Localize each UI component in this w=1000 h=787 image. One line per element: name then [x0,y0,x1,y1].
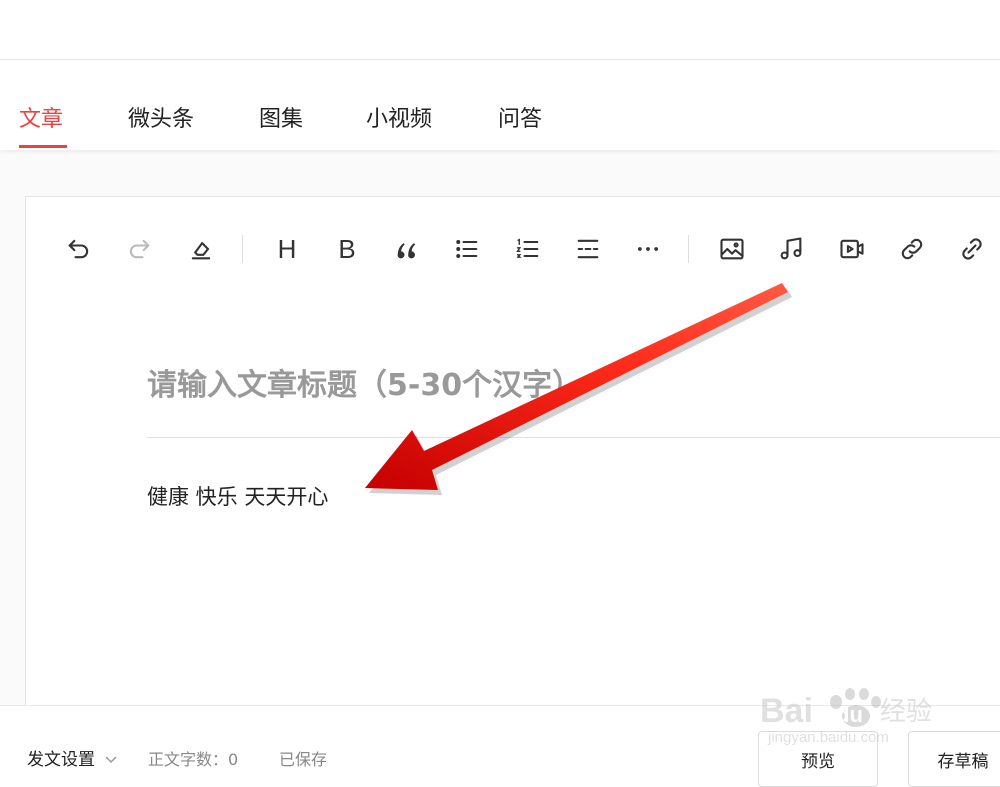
publish-settings-label: 发文设置 [27,750,95,770]
more-icon[interactable] [632,233,664,265]
undo-icon[interactable] [63,233,95,265]
content-type-tabs: 文章 微头条 图集 小视频 问答 [0,61,1000,150]
top-blank-area [0,0,1000,60]
tab-micro-headline[interactable]: 微头条 [128,101,194,133]
tab-gallery[interactable]: 图集 [259,101,303,133]
publish-settings-dropdown[interactable]: 发文设置 [27,745,118,770]
title-divider [147,437,1000,438]
preview-button[interactable]: 预览 [758,731,878,787]
redo-icon[interactable] [123,233,155,265]
article-body-editor[interactable]: 健康 快乐 天天开心 [147,481,328,511]
word-count: 正文字数：0 [148,750,239,769]
divider-icon[interactable] [572,233,604,265]
save-status: 已保存 [279,750,328,769]
music-icon[interactable] [775,233,807,265]
article-editor: H B 请输入文章标题（5-30个汉字） 健康 快乐 天天开心 [25,196,1000,716]
video-icon[interactable] [836,233,868,265]
link-icon[interactable] [896,233,928,265]
insert-link-icon[interactable] [956,233,988,265]
editor-footer: 发文设置 正文字数：0 已保存 预览 存草稿 [0,705,1000,787]
active-tab-indicator [19,145,67,148]
quote-icon[interactable] [391,233,423,265]
tab-qa[interactable]: 问答 [498,101,542,133]
bulleted-list-icon[interactable] [451,233,483,265]
toolbar-separator [242,235,243,263]
save-draft-button[interactable]: 存草稿 [908,731,1000,787]
article-title-input[interactable]: 请输入文章标题（5-30个汉字） [147,360,582,404]
tab-article[interactable]: 文章 [19,101,63,133]
image-icon[interactable] [716,233,748,265]
tab-short-video[interactable]: 小视频 [366,101,432,133]
clear-format-icon[interactable] [185,233,217,265]
numbered-list-icon[interactable] [512,233,544,265]
heading-icon[interactable]: H [271,233,303,265]
toolbar-separator [688,235,689,263]
editor-toolbar: H B [26,197,1000,297]
chevron-down-icon [104,753,118,767]
bold-icon[interactable]: B [331,233,363,265]
